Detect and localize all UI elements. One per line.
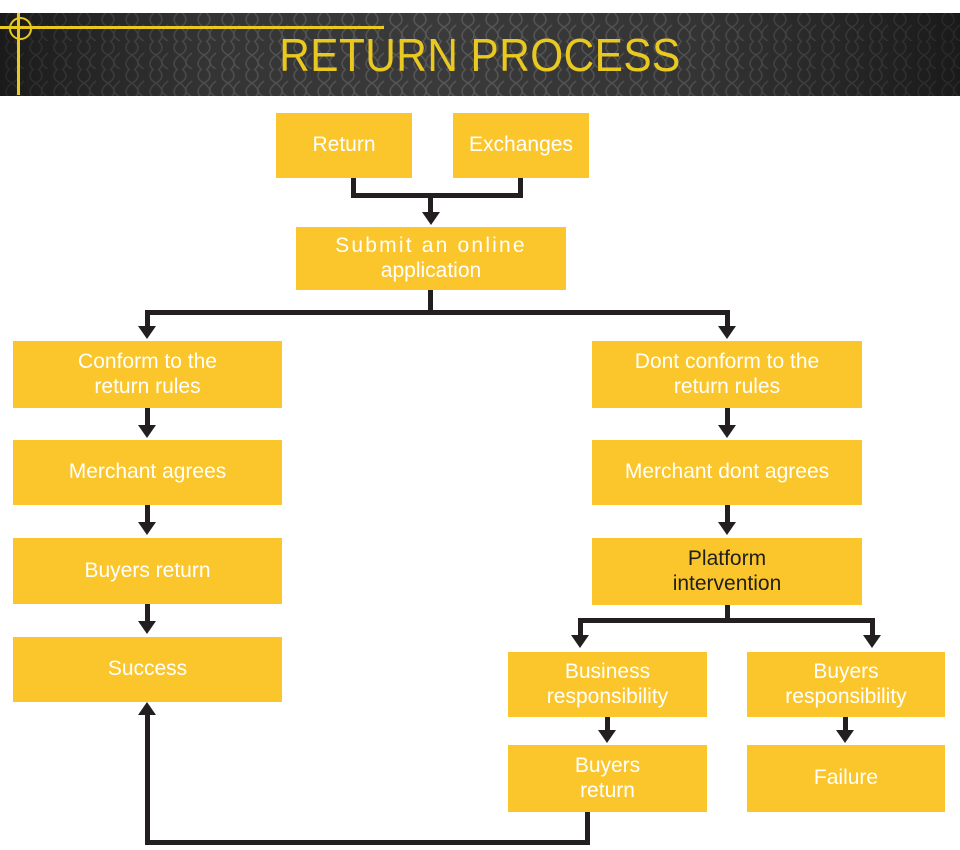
edge-conform-to-merchant-arrowhead [138, 425, 156, 438]
edge-businessresp-to-buyersreturn-arrowhead [598, 730, 616, 743]
edge-merge-bar [351, 193, 523, 198]
node-buyers-return-left[interactable]: Buyers return [13, 538, 282, 604]
edge-merchant-to-buyersreturn-arrowhead [138, 522, 156, 535]
node-return-label: Return [312, 133, 376, 157]
edge-dontconform-to-merchantdont-arrowhead [718, 425, 736, 438]
node-buyers-responsibility[interactable]: Buyers responsibility [747, 652, 945, 717]
node-buyers-resp-label-line1: Buyers [813, 660, 879, 684]
node-buyers-resp-label-line2: responsibility [785, 684, 907, 708]
node-merchant-agrees[interactable]: Merchant agrees [13, 440, 282, 505]
node-dont-conform-to-return-rules[interactable]: Dont conform to the return rules [592, 341, 862, 408]
node-dont-conform-label-line1: Dont conform to the [634, 350, 820, 374]
edge-platform-split-bar [578, 618, 875, 623]
node-exchanges-label: Exchanges [469, 133, 573, 157]
edge-split-left-arrowhead [138, 326, 156, 339]
node-conform-to-return-rules[interactable]: Conform to the return rules [13, 341, 282, 408]
node-merchant-agrees-label: Merchant agrees [68, 460, 227, 484]
node-platform-label-line1: Platform [687, 547, 767, 571]
node-success-label: Success [107, 657, 188, 681]
node-merchant-dont-agrees[interactable]: Merchant dont agrees [592, 440, 862, 505]
node-platform-label-line2: intervention [672, 571, 782, 595]
circle-outline-marker-icon [9, 17, 32, 40]
edge-split-right-arrowhead [718, 326, 736, 339]
node-submit-application-label-line1: Submit an online [335, 234, 527, 258]
edge-merge-arrowhead [422, 212, 440, 225]
edge-merchantdont-to-platform-arrowhead [718, 522, 736, 535]
node-submit-application[interactable]: Submit an online application [296, 227, 566, 290]
node-buyers-return-right[interactable]: Buyers return [508, 745, 707, 812]
node-submit-application-label-line2: application [380, 258, 482, 282]
edge-buyersreturn-to-success-arrowhead [138, 621, 156, 634]
edge-platform-right-arrowhead [863, 635, 881, 648]
node-business-responsibility[interactable]: Business responsibility [508, 652, 707, 717]
node-buyers-return-left-label: Buyers return [84, 558, 211, 582]
edge-loop-arrowhead [138, 702, 156, 715]
node-conform-label-line1: Conform to the [78, 350, 217, 374]
flowchart-page: RETURN PROCESS Return Exchanges Submit a… [0, 0, 960, 850]
edge-buyersresp-to-failure-arrowhead [836, 730, 854, 743]
node-return[interactable]: Return [276, 113, 412, 178]
node-success[interactable]: Success [13, 637, 282, 702]
edge-split-bar [145, 310, 730, 315]
edge-platform-left-arrowhead [571, 635, 589, 648]
yellow-horizontal-rule [0, 26, 384, 29]
edge-loop-horizontal [145, 840, 590, 845]
edge-loop-up [145, 715, 150, 841]
edge-merge-drop [428, 193, 433, 214]
node-buyers-return-right-label-line1: Buyers [574, 754, 641, 778]
node-platform-intervention[interactable]: Platform intervention [592, 538, 862, 605]
node-dont-conform-label-line2: return rules [673, 374, 781, 398]
node-business-resp-label-line2: responsibility [546, 684, 669, 708]
node-failure[interactable]: Failure [747, 745, 945, 812]
node-exchanges[interactable]: Exchanges [453, 113, 589, 178]
node-buyers-return-right-label-line2: return [580, 778, 635, 802]
node-merchant-dont-agrees-label: Merchant dont agrees [624, 460, 830, 484]
node-conform-label-line2: return rules [94, 374, 201, 398]
node-business-resp-label-line1: Business [564, 660, 651, 684]
node-failure-label: Failure [813, 766, 879, 790]
